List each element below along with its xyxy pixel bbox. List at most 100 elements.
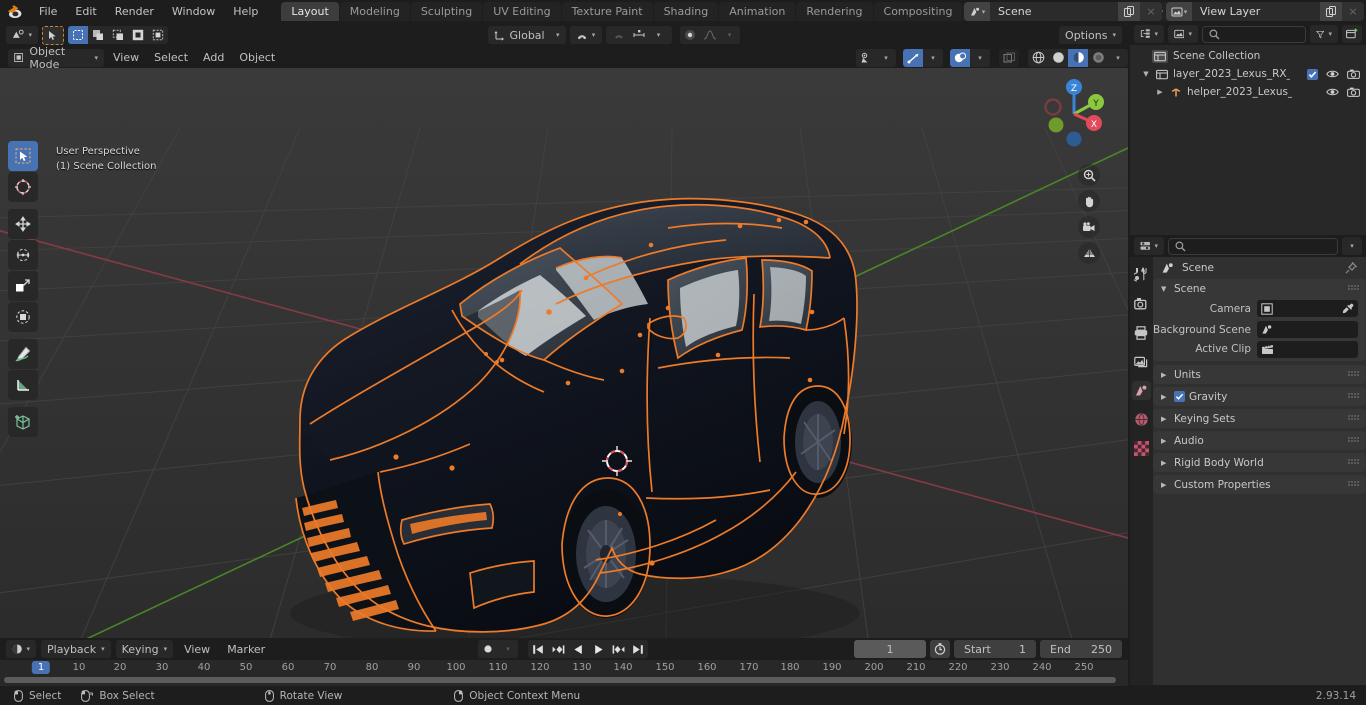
select-extend-icon[interactable] — [88, 26, 108, 44]
snap-magnet-toggle-icon[interactable] — [608, 26, 629, 44]
shading-caret-icon[interactable]: ▾ — [1108, 48, 1128, 67]
properties-editor[interactable]: ▾ ▾ Scene ▼ Scene Camera Background Scen… — [1130, 235, 1366, 685]
drag-dots-icon[interactable] — [1348, 437, 1359, 445]
outliner-search-input[interactable] — [1202, 25, 1306, 43]
drag-dots-icon[interactable] — [1348, 459, 1359, 467]
pin-icon[interactable] — [1345, 262, 1357, 274]
chevron-right-icon[interactable]: ▶ — [1161, 437, 1168, 445]
viewport-menu-object[interactable]: Object — [233, 49, 281, 67]
playhead[interactable]: 1 — [31, 661, 51, 674]
workspace-tab-modeling[interactable]: Modeling — [339, 2, 410, 21]
editor-type-timeline-icon[interactable]: ▾ — [6, 640, 36, 658]
menu-window[interactable]: Window — [163, 3, 224, 20]
scene-icon[interactable]: ▾ — [964, 2, 990, 21]
record-caret-icon[interactable]: ▾ — [498, 640, 518, 658]
overlays-caret-icon[interactable]: ▾ — [970, 48, 990, 67]
properties-tab-scene[interactable] — [1132, 381, 1151, 400]
outliner-row-layer-collection[interactable]: ▼ layer_2023_Lexus_RX_350_S — [1130, 65, 1366, 83]
timeline-scrollbar[interactable] — [4, 677, 1116, 683]
chevron-right-icon[interactable]: ▶ — [1161, 481, 1168, 489]
properties-tab-output[interactable] — [1132, 323, 1151, 342]
next-keyframe-icon[interactable] — [608, 640, 628, 658]
current-frame-field[interactable]: 1 — [854, 640, 926, 658]
panel-header-custom-properties[interactable]: ▶ Custom Properties — [1153, 475, 1366, 494]
navigation-gizmo[interactable]: Z Y X — [1036, 76, 1112, 152]
select-set-icon[interactable] — [68, 26, 88, 44]
new-view-layer-icon[interactable] — [1320, 2, 1342, 21]
pan-hand-icon[interactable] — [1078, 190, 1100, 212]
cursor-tool[interactable] — [8, 172, 38, 202]
expand-triangle-icon[interactable]: ▼ — [1140, 70, 1152, 78]
end-frame-field[interactable]: End 250 — [1040, 640, 1122, 658]
chevron-down-icon[interactable]: ▾ — [1342, 237, 1362, 255]
unlink-scene-button[interactable]: × — [1140, 2, 1162, 21]
timeline-menu-view[interactable]: View — [178, 640, 216, 658]
chevron-right-icon[interactable]: ▶ — [1161, 459, 1168, 467]
jump-end-icon[interactable] — [628, 640, 648, 658]
play-reverse-icon[interactable] — [568, 640, 588, 658]
outliner-editor[interactable]: ▾ ▾ ▾ Scene Collection ▼ layer_2023_Lexu… — [1130, 23, 1366, 235]
playback-dropdown[interactable]: Playback ▾ — [41, 640, 111, 658]
object-mode-dropdown[interactable]: Object Mode ▾ — [8, 45, 104, 71]
wireframe-shading-icon[interactable] — [1028, 48, 1048, 67]
outliner-row-scene-collection[interactable]: Scene Collection — [1130, 47, 1366, 65]
snap-increment-icon[interactable] — [628, 26, 649, 44]
menu-file[interactable]: File — [30, 3, 66, 20]
camera-field[interactable] — [1257, 300, 1358, 317]
gizmo-caret-icon[interactable]: ▾ — [923, 48, 943, 67]
workspace-tab-uv-editing[interactable]: UV Editing — [483, 2, 561, 21]
properties-tab-render[interactable] — [1132, 294, 1151, 313]
properties-search-input[interactable] — [1168, 237, 1338, 255]
rotate-tool[interactable] — [8, 240, 38, 270]
menu-render[interactable]: Render — [106, 3, 163, 20]
gravity-checkbox[interactable] — [1174, 391, 1185, 402]
view-layer-icon[interactable]: ▾ — [1166, 2, 1192, 21]
chevron-right-icon[interactable]: ▶ — [1161, 371, 1168, 379]
panel-header-units[interactable]: ▶ Units — [1153, 365, 1366, 384]
scene-name-field[interactable]: Scene — [990, 2, 1118, 21]
blender-logo-icon[interactable] — [0, 0, 30, 23]
prev-keyframe-icon[interactable] — [548, 640, 568, 658]
jump-start-icon[interactable] — [528, 640, 548, 658]
tweak-tool[interactable] — [8, 141, 38, 171]
panel-header-audio[interactable]: ▶ Audio — [1153, 431, 1366, 450]
editor-type-outliner-icon[interactable]: ▾ — [1134, 25, 1164, 43]
workspace-tab-compositing[interactable]: Compositing — [873, 2, 963, 21]
editor-type-properties-icon[interactable]: ▾ — [1134, 237, 1164, 255]
chevron-right-icon[interactable]: ▶ — [1161, 415, 1168, 423]
visibility-caret-icon[interactable]: ▾ — [876, 48, 896, 67]
outliner-row-helper-object[interactable]: ▶ helper_2023_Lexus_RX_ — [1130, 83, 1366, 101]
viewport-menu-select[interactable]: Select — [148, 49, 194, 67]
panel-header-gravity[interactable]: ▶ Gravity — [1153, 387, 1366, 406]
tweak-select-mode-icon[interactable] — [42, 25, 64, 45]
drag-dots-icon[interactable] — [1348, 285, 1359, 293]
move-tool[interactable] — [8, 209, 38, 239]
keying-dropdown[interactable]: Keying ▾ — [115, 640, 174, 658]
record-keyframe-icon[interactable] — [478, 640, 498, 658]
drag-dots-icon[interactable] — [1348, 371, 1359, 379]
menu-help[interactable]: Help — [224, 3, 267, 20]
add-cube-tool[interactable] — [8, 407, 38, 437]
scale-tool[interactable] — [8, 271, 38, 301]
editor-type-3dview-icon[interactable]: ▾ — [6, 26, 38, 44]
view-layer-name-field[interactable]: View Layer — [1192, 2, 1320, 21]
gizmo-icon[interactable] — [903, 48, 923, 67]
drag-dots-icon[interactable] — [1348, 393, 1359, 401]
material-preview-icon[interactable] — [1068, 48, 1088, 67]
snap-magnet-icon[interactable]: ▾ — [569, 26, 602, 44]
object-visibility-icon[interactable] — [856, 48, 876, 67]
annotate-tool[interactable] — [8, 339, 38, 369]
solid-shading-icon[interactable] — [1048, 48, 1068, 67]
drag-dots-icon[interactable] — [1348, 481, 1359, 489]
menu-edit[interactable]: Edit — [66, 3, 105, 20]
stopwatch-icon[interactable] — [930, 640, 950, 658]
visibility-eye-icon[interactable] — [1326, 87, 1339, 97]
snap-dropdown-caret-icon[interactable]: ▾ — [648, 26, 669, 44]
viewport-menu-add[interactable]: Add — [197, 49, 230, 67]
select-invert-icon[interactable] — [128, 26, 148, 44]
select-intersect-icon[interactable] — [148, 26, 168, 44]
render-camera-icon[interactable] — [1347, 69, 1360, 79]
zoom-icon[interactable] — [1078, 164, 1100, 186]
visibility-eye-icon[interactable] — [1326, 69, 1339, 79]
new-collection-icon[interactable] — [1342, 25, 1362, 43]
